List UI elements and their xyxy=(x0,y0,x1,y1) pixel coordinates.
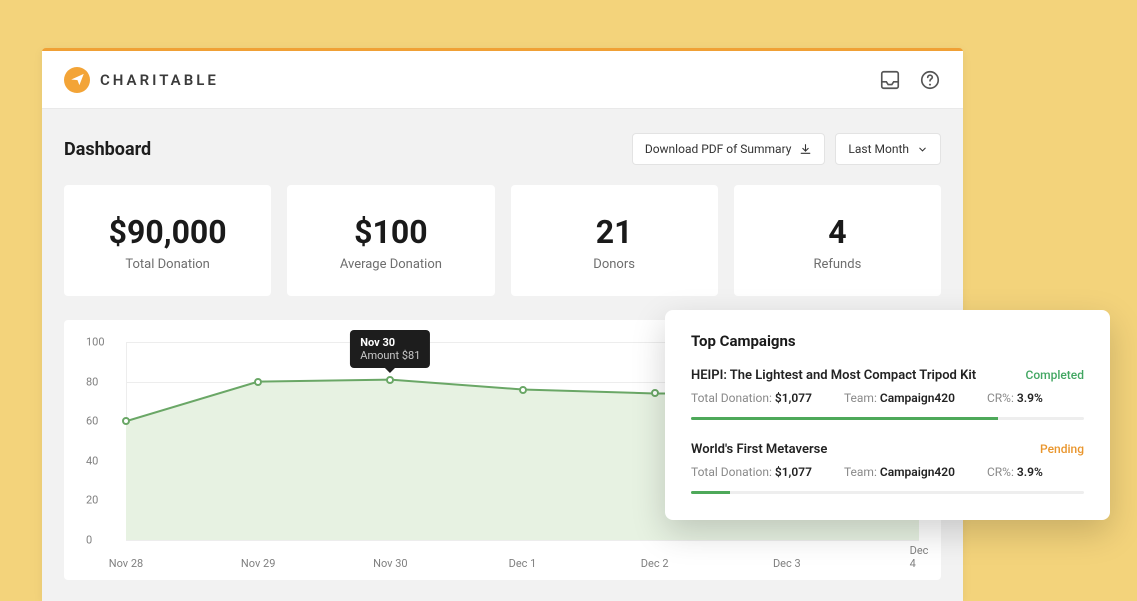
chart-tooltip: Nov 30Amount $81 xyxy=(350,330,430,368)
chart-tooltip-subtitle: Amount $81 xyxy=(360,349,420,362)
stat-value: 4 xyxy=(744,213,931,251)
chart-point[interactable] xyxy=(519,386,527,394)
chart-tooltip-title: Nov 30 xyxy=(360,336,420,349)
download-pdf-label: Download PDF of Summary xyxy=(645,142,792,156)
stat-card-refunds: 4 Refunds xyxy=(734,185,941,296)
brand: CHARITABLE xyxy=(64,67,219,93)
top-campaigns-card: Top Campaigns HEIPI: The Lightest and Mo… xyxy=(665,310,1110,520)
page-title: Dashboard xyxy=(64,139,151,160)
campaign-donation: Total Donation: $1,077 xyxy=(691,391,812,405)
inbox-icon[interactable] xyxy=(879,69,901,91)
top-campaigns-title: Top Campaigns xyxy=(691,332,1084,350)
dashboard-actions: Download PDF of Summary Last Month xyxy=(632,133,941,165)
campaign-progress xyxy=(691,417,1084,420)
header-actions xyxy=(879,69,941,91)
brand-name: CHARITABLE xyxy=(100,71,219,89)
campaign-cr: CR%: 3.9% xyxy=(987,465,1043,479)
campaign-item[interactable]: World's First Metaverse Pending Total Dona… xyxy=(691,442,1084,494)
chart-x-tick: Dec 4 xyxy=(910,544,929,570)
download-icon xyxy=(799,143,812,156)
chart-point[interactable] xyxy=(651,389,659,397)
chart-point[interactable] xyxy=(122,417,130,425)
stat-value: $100 xyxy=(297,213,484,251)
campaign-item[interactable]: HEIPI: The Lightest and Most Compact Tri… xyxy=(691,368,1084,420)
download-pdf-button[interactable]: Download PDF of Summary xyxy=(632,133,826,165)
stat-label: Average Donation xyxy=(297,257,484,272)
dashboard-header: Dashboard Download PDF of Summary Last M… xyxy=(42,109,963,185)
campaign-name: HEIPI: The Lightest and Most Compact Tri… xyxy=(691,368,976,383)
campaign-meta: Total Donation: $1,077 Team: Campaign420 C… xyxy=(691,465,1084,479)
brand-logo xyxy=(64,67,90,93)
campaign-meta: Total Donation: $1,077 Team: Campaign420 C… xyxy=(691,391,1084,405)
chart-x-tick: Dec 2 xyxy=(641,557,669,570)
stat-card-total-donation: $90,000 Total Donation xyxy=(64,185,271,296)
app-header: CHARITABLE xyxy=(42,51,963,109)
stat-label: Refunds xyxy=(744,257,931,272)
chart-point[interactable] xyxy=(254,378,262,386)
stat-card-average-donation: $100 Average Donation xyxy=(287,185,494,296)
campaign-cr: CR%: 3.9% xyxy=(987,391,1043,405)
chart-x-tick: Nov 28 xyxy=(109,557,143,570)
campaign-donation: Total Donation: $1,077 xyxy=(691,465,812,479)
stat-label: Donors xyxy=(521,257,708,272)
chart-x-tick: Dec 3 xyxy=(773,557,801,570)
campaign-status: Pending xyxy=(1040,442,1084,456)
stat-value: $90,000 xyxy=(74,213,261,251)
chart-x-tick: Nov 30 xyxy=(373,557,407,570)
chevron-down-icon xyxy=(917,144,928,155)
chart-x-tick: Nov 29 xyxy=(241,557,275,570)
campaign-team: Team: Campaign420 xyxy=(844,465,955,479)
campaign-status: Completed xyxy=(1025,368,1084,382)
paper-plane-icon xyxy=(70,72,85,87)
date-range-label: Last Month xyxy=(848,142,909,156)
campaign-name: World's First Metaverse xyxy=(691,442,827,457)
stat-cards: $90,000 Total Donation $100 Average Dona… xyxy=(42,185,963,296)
campaign-team: Team: Campaign420 xyxy=(844,391,955,405)
stat-value: 21 xyxy=(521,213,708,251)
campaign-progress xyxy=(691,491,1084,494)
date-range-select[interactable]: Last Month xyxy=(835,133,941,165)
stat-card-donors: 21 Donors xyxy=(511,185,718,296)
help-icon[interactable] xyxy=(919,69,941,91)
stat-label: Total Donation xyxy=(74,257,261,272)
chart-x-tick: Dec 1 xyxy=(509,557,537,570)
